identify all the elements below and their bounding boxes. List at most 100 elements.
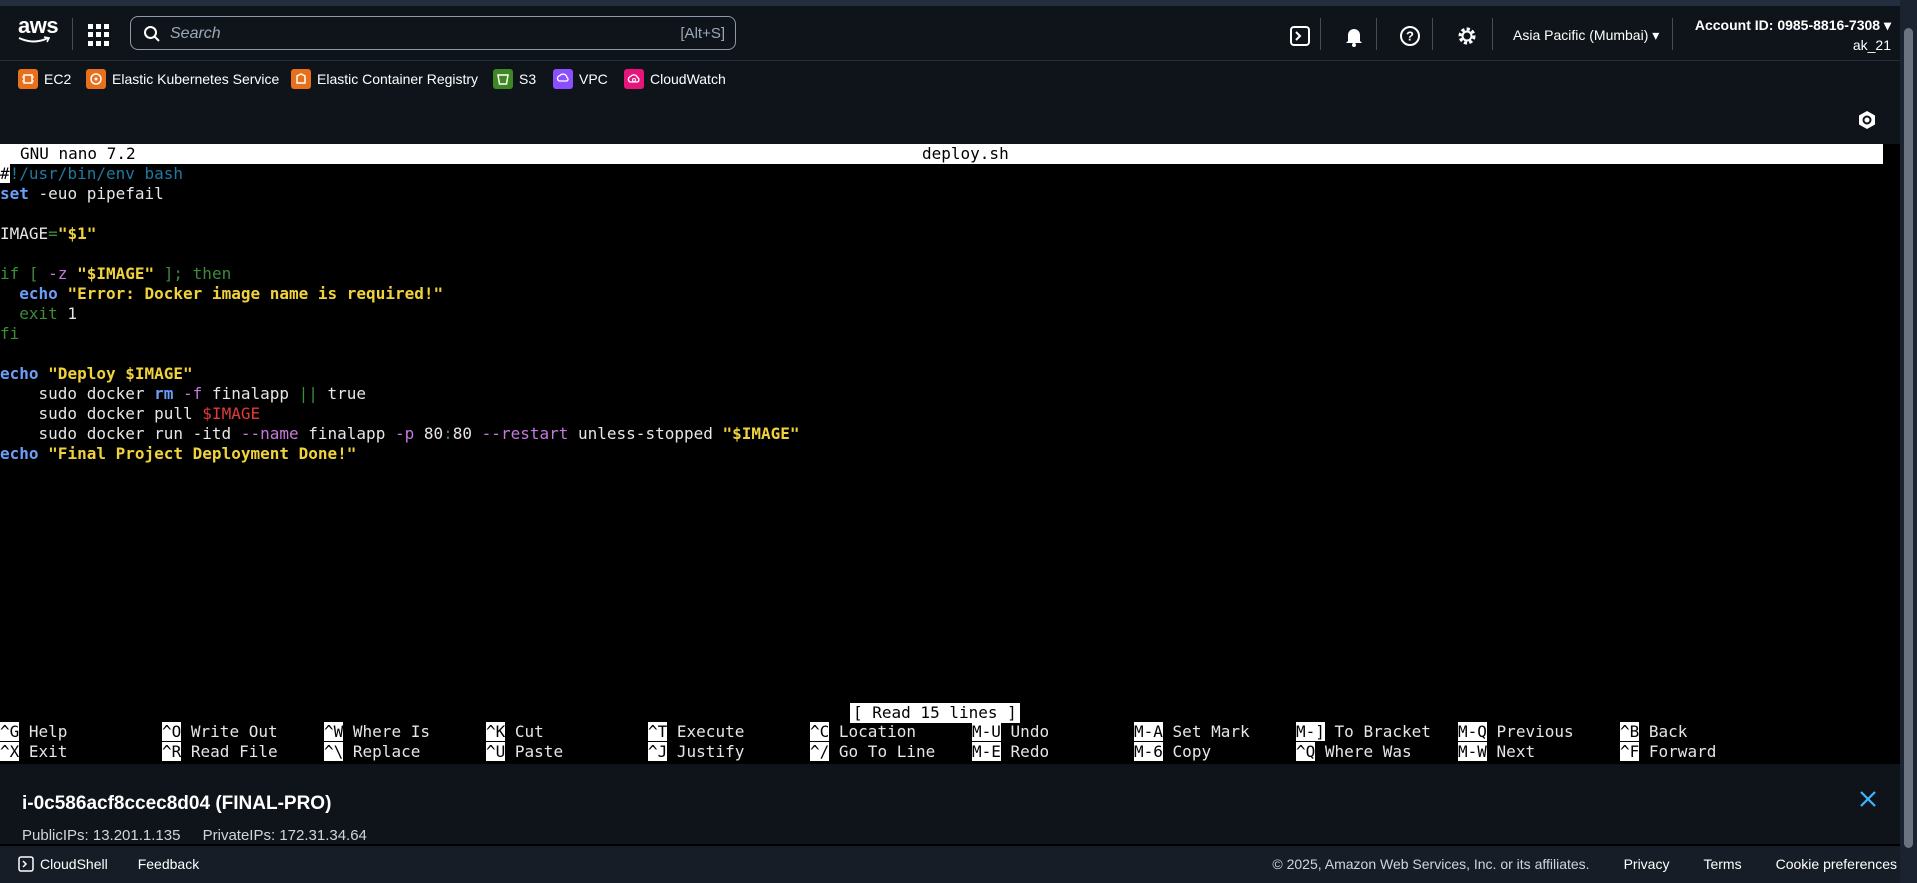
nano-shortcut[interactable]: ^R Read File <box>162 742 278 762</box>
region-selector[interactable]: Asia Pacific (Mumbai) ▾ <box>1513 27 1659 44</box>
shortcut-key: ^W <box>324 722 344 741</box>
nano-shortcut[interactable]: M-W Next <box>1458 742 1535 762</box>
shortcut-label: Write Out <box>190 722 278 741</box>
nano-shortcut[interactable]: M-Q Previous <box>1458 722 1574 742</box>
privacy-link[interactable]: Privacy <box>1624 856 1670 872</box>
shortcut-key: M-A <box>1134 722 1163 741</box>
code-token: "$1" <box>57 224 97 243</box>
scrollbar-thumb[interactable] <box>1904 28 1913 848</box>
code-token: -f <box>183 384 203 403</box>
favorite-cloudwatch[interactable]: CloudWatch <box>624 68 726 90</box>
nano-shortcut[interactable]: M-A Set Mark <box>1134 722 1250 742</box>
code-token: "Error: Docker image name is required!" <box>67 284 444 303</box>
nano-shortcut[interactable]: ^F Forward <box>1620 742 1716 762</box>
shortcut-key: M-W <box>1458 742 1487 761</box>
shortcut-key: ^B <box>1620 722 1640 741</box>
nano-shortcut[interactable]: M-6 Copy <box>1134 742 1211 762</box>
code-token: sudo docker <box>0 384 155 403</box>
favorite-eks[interactable]: Elastic Kubernetes Service <box>86 68 279 90</box>
nano-shortcut[interactable]: M-U Undo <box>972 722 1049 742</box>
shortcut-label: Execute <box>676 722 745 741</box>
divider <box>1432 18 1433 50</box>
favorite-ec2[interactable]: EC2 <box>18 68 71 90</box>
code-line: sudo docker rm -f finalapp || true <box>0 384 800 404</box>
cloudshell-button[interactable]: CloudShell <box>18 856 108 872</box>
shortcut-label: Paste <box>514 742 564 761</box>
nano-shortcut[interactable]: ^G Help <box>0 722 67 742</box>
nano-shortcut[interactable]: M-E Redo <box>972 742 1049 762</box>
nano-shortcut[interactable]: ^/ Go To Line <box>810 742 935 762</box>
shortcut-key: ^C <box>810 722 830 741</box>
gear-icon[interactable] <box>1455 24 1479 48</box>
editor-buffer[interactable]: #!/usr/bin/env bash set -euo pipefail IMA… <box>0 164 800 464</box>
close-icon[interactable] <box>1859 790 1877 808</box>
nano-shortcut[interactable]: ^J Justify <box>648 742 744 762</box>
cookie-preferences-link[interactable]: Cookie preferences <box>1776 856 1897 872</box>
nano-shortcut[interactable]: ^O Write Out <box>162 722 278 742</box>
shortcut-key: M-] <box>1296 722 1325 741</box>
search-box[interactable]: Search [Alt+S] <box>130 16 736 50</box>
nano-shortcut[interactable]: ^B Back <box>1620 722 1687 742</box>
nano-shortcut[interactable]: ^C Location <box>810 722 916 742</box>
feedback-link[interactable]: Feedback <box>138 856 199 872</box>
code-token: finalapp <box>202 384 299 403</box>
divider <box>1672 18 1673 50</box>
favorites-bar: EC2 Elastic Kubernetes Service Elastic C… <box>0 60 1917 97</box>
divider <box>1492 18 1493 50</box>
search-icon <box>144 26 160 42</box>
favorite-vpc[interactable]: VPC <box>553 68 608 90</box>
services-menu-icon[interactable] <box>88 24 110 46</box>
vpc-icon <box>553 69 573 89</box>
code-token: echo <box>0 444 39 463</box>
page-scrollbar[interactable] <box>1900 0 1917 883</box>
terminal[interactable]: GNU nano 7.2 deploy.sh #!/usr/bin/env ba… <box>0 144 1900 764</box>
aws-logo-text: aws <box>18 13 59 38</box>
shortcut-key: ^X <box>0 742 20 761</box>
nano-shortcut[interactable]: ^T Execute <box>648 722 744 742</box>
shortcut-label: Next <box>1496 742 1536 761</box>
code-line: sudo docker pull $IMAGE <box>0 404 800 424</box>
nano-shortcut[interactable]: ^\ Replace <box>324 742 420 762</box>
nano-shortcut[interactable]: ^K Cut <box>486 722 544 742</box>
nano-shortcut[interactable]: ^U Paste <box>486 742 563 762</box>
code-token: "$IMAGE" <box>722 424 800 443</box>
nano-shortcut[interactable]: ^X Exit <box>0 742 67 762</box>
shortcut-label: Set Mark <box>1172 722 1250 741</box>
aws-logo[interactable]: aws <box>18 13 59 43</box>
nano-shortcut[interactable]: ^W Where Is <box>324 722 430 742</box>
favorite-label: CloudWatch <box>650 71 726 87</box>
favorite-ecr[interactable]: Elastic Container Registry <box>291 68 478 90</box>
nano-shortcut[interactable]: ^Q Where Was <box>1296 742 1412 762</box>
code-line: fi <box>0 324 800 344</box>
code-token: "Final Project Deployment Done!" <box>48 444 357 463</box>
shortcut-label: Replace <box>352 742 421 761</box>
cloudshell-icon[interactable] <box>1288 24 1312 48</box>
search-shortcut: [Alt+S] <box>680 25 725 42</box>
favorite-label: S3 <box>519 71 537 87</box>
code-token: --restart <box>481 424 569 443</box>
code-line: #!/usr/bin/env bash <box>0 164 800 184</box>
bell-icon[interactable] <box>1342 24 1366 48</box>
shortcut-key: ^J <box>648 742 668 761</box>
cloudshell-icon <box>18 856 34 872</box>
code-token: --name <box>240 424 299 443</box>
shortcut-key: ^F <box>1620 742 1640 761</box>
shortcut-label: Where Is <box>352 722 430 741</box>
footer: CloudShell Feedback © 2025, Amazon Web S… <box>0 846 1917 883</box>
cloudwatch-icon <box>624 69 644 89</box>
help-icon[interactable]: ? <box>1398 24 1422 48</box>
nano-shortcut[interactable]: M-] To Bracket <box>1296 722 1431 742</box>
nano-version: GNU nano 7.2 <box>20 144 136 163</box>
session-settings-icon[interactable] <box>1857 110 1877 130</box>
s3-icon <box>493 69 513 89</box>
terms-link[interactable]: Terms <box>1703 856 1741 872</box>
shortcut-label: Undo <box>1010 722 1050 741</box>
shortcut-key: ^G <box>0 722 20 741</box>
account-menu[interactable]: Account ID: 0985-8816-7308 ▾ ak_21 <box>1695 15 1891 55</box>
code-token: # <box>0 164 10 183</box>
shortcut-key: ^T <box>648 722 668 741</box>
code-token: set <box>0 184 29 203</box>
favorite-s3[interactable]: S3 <box>493 68 536 90</box>
code-token: rm <box>154 384 174 403</box>
